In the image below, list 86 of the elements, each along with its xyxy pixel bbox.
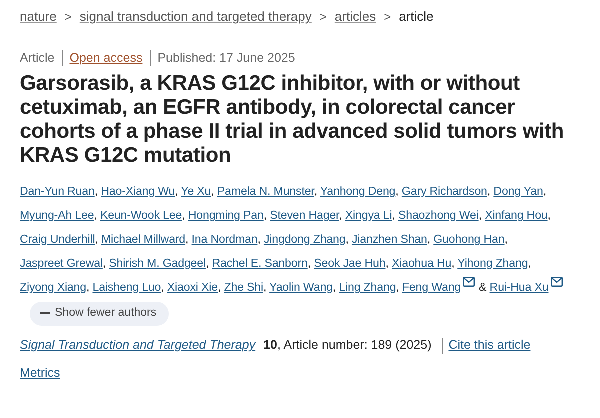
author-separator: , xyxy=(487,185,491,198)
author-link[interactable]: Myung-Ah Lee xyxy=(20,209,94,222)
author-separator: , xyxy=(392,209,396,222)
author-link[interactable]: Ling Zhang xyxy=(339,281,396,294)
author-link[interactable]: Rui-Hua Xu xyxy=(490,281,549,294)
author-link[interactable]: Hongming Pan xyxy=(188,209,264,222)
author-separator: , xyxy=(528,257,532,270)
author-separator: , xyxy=(218,281,222,294)
author-link[interactable]: Gary Richardson xyxy=(402,185,488,198)
author-link[interactable]: Ziyong Xiang xyxy=(20,281,86,294)
article-type: Article xyxy=(20,50,55,67)
breadcrumb-link[interactable]: signal transduction and targeted therapy xyxy=(80,7,312,27)
metrics-link[interactable]: Metrics xyxy=(20,364,60,382)
breadcrumb-link[interactable]: articles xyxy=(334,7,376,27)
author-separator: , xyxy=(94,185,98,198)
author-separator: , xyxy=(264,209,267,222)
author-link[interactable]: Rachel E. Sanborn xyxy=(212,257,308,270)
author-link[interactable]: Yanhong Deng xyxy=(320,185,396,198)
author-separator: , xyxy=(396,185,399,198)
author-link[interactable]: Dan-Yun Ruan xyxy=(20,185,95,198)
author-link[interactable]: Xiaohua Hu xyxy=(392,257,452,270)
breadcrumb-separator: > xyxy=(64,9,72,26)
author-link[interactable]: Keun-Wook Lee xyxy=(100,209,182,222)
author-separator: , xyxy=(478,209,482,222)
author-separator: , xyxy=(386,257,389,270)
author-link[interactable]: Ye Xu xyxy=(181,185,212,198)
journal-link[interactable]: Signal Transduction and Targeted Therapy xyxy=(20,336,256,355)
author-link[interactable]: Pamela N. Munster xyxy=(217,185,314,198)
author-link[interactable]: Dong Yan xyxy=(494,185,544,198)
breadcrumb-separator: > xyxy=(384,9,392,26)
author-separator: , xyxy=(94,209,98,222)
breadcrumb-link[interactable]: nature xyxy=(20,7,57,27)
author-separator: , xyxy=(161,281,164,294)
author-separator: & xyxy=(479,281,487,294)
author-separator: , xyxy=(332,281,336,294)
author-separator: , xyxy=(543,185,546,198)
author-separator: , xyxy=(258,233,261,246)
author-separator: , xyxy=(346,233,349,246)
author-separator: , xyxy=(186,233,189,246)
citation-details: 10, Article number: 189 (2025) xyxy=(264,337,432,354)
article-title: Garsorasib, a KRAS G12C inhibitor, with or without cetuximab, an EGFR antibody, in colorectal cancer cohorts of a phase II trial in advanced solid tumors with KRAS G12C mutation xyxy=(20,72,566,168)
author-link[interactable]: Ina Nordman xyxy=(192,233,258,246)
author-separator: , xyxy=(102,257,106,270)
author-separator: , xyxy=(339,209,342,222)
author-link[interactable]: Feng Wang xyxy=(402,281,462,294)
author-link[interactable]: Yaolin Wang xyxy=(270,281,333,294)
author-link[interactable]: Yihong Zhang xyxy=(458,257,528,270)
author-separator: , xyxy=(396,281,400,294)
published-date: Published: 17 June 2025 xyxy=(158,50,296,67)
author-separator: , xyxy=(427,233,431,246)
author-link[interactable]: Guohong Han xyxy=(434,233,505,246)
author-separator: , xyxy=(504,233,508,246)
minus-icon xyxy=(40,312,50,316)
breadcrumb-current: article xyxy=(399,8,434,26)
author-link[interactable]: Zhe Shi xyxy=(224,281,264,294)
author-separator: , xyxy=(86,281,90,294)
author-separator: , xyxy=(264,281,267,294)
cite-link[interactable]: Cite this article xyxy=(448,336,531,355)
author-separator: , xyxy=(182,209,186,222)
author-separator: , xyxy=(308,257,311,270)
author-link[interactable]: Craig Underhill xyxy=(20,233,96,246)
email-icon[interactable] xyxy=(550,277,563,287)
show-fewer-authors-button[interactable]: Show fewer authors xyxy=(30,302,169,326)
author-link[interactable]: Shirish M. Gadgeel xyxy=(109,257,206,270)
author-link[interactable]: Jingdong Zhang xyxy=(264,233,346,246)
author-link[interactable]: Jaspreet Grewal xyxy=(20,257,103,270)
author-separator: , xyxy=(175,185,178,198)
author-separator: , xyxy=(452,257,455,270)
author-separator: , xyxy=(95,233,98,246)
open-access-link[interactable]: Open access xyxy=(70,48,143,68)
author-link[interactable]: Jianzhen Shan xyxy=(352,233,428,246)
author-link[interactable]: Hao-Xiang Wu xyxy=(101,185,176,198)
author-separator: , xyxy=(314,185,318,198)
author-link[interactable]: Xiaoxi Xie xyxy=(167,281,218,294)
email-icon[interactable] xyxy=(463,277,476,287)
author-separator: , xyxy=(206,257,210,270)
author-separator: , xyxy=(548,209,551,222)
author-link[interactable]: Laisheng Luo xyxy=(92,281,162,294)
breadcrumb-separator: > xyxy=(320,9,327,26)
author-link[interactable]: Michael Millward xyxy=(101,233,186,246)
author-link[interactable]: Steven Hager xyxy=(270,209,340,222)
author-link[interactable]: Shaozhong Wei xyxy=(398,209,479,222)
author-link[interactable]: Xingya Li xyxy=(345,209,392,222)
author-link[interactable]: Xinfang Hou xyxy=(485,209,548,222)
author-link[interactable]: Seok Jae Huh xyxy=(314,257,386,270)
author-separator: , xyxy=(211,185,214,198)
